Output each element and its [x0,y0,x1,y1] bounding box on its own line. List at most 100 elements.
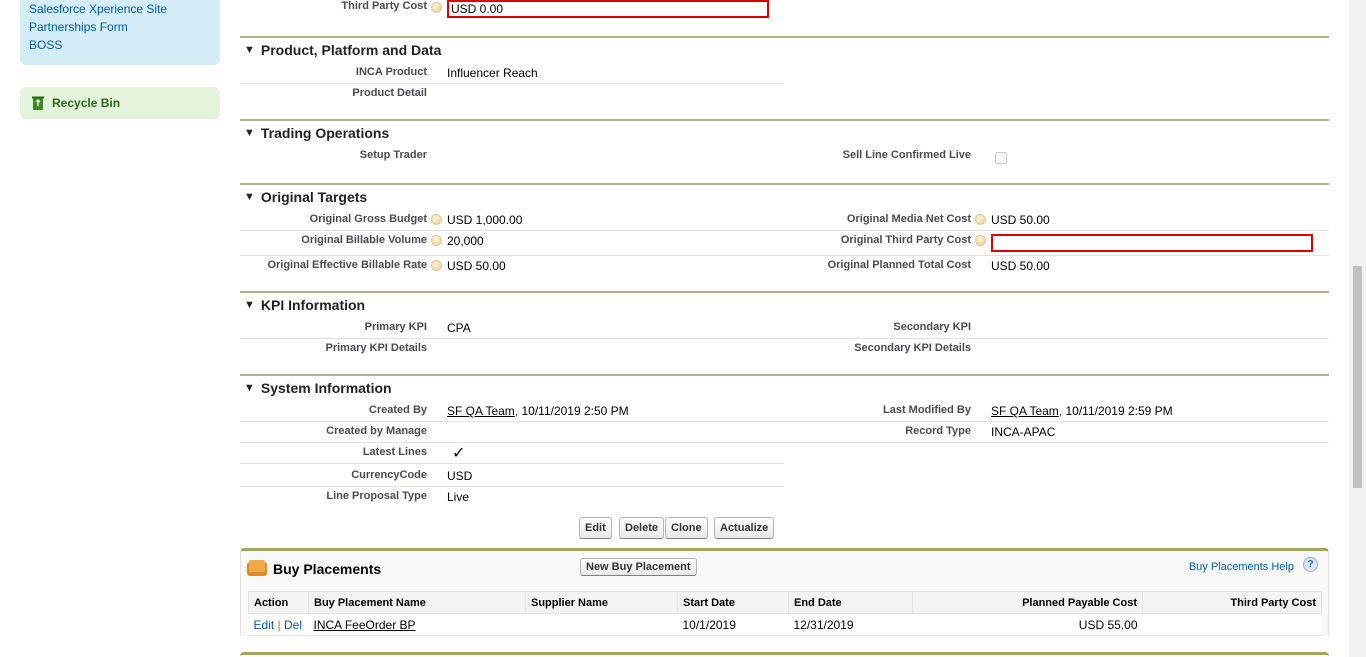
sell-line-confirmed-label: Sell Line Confirmed Live [842,149,971,161]
third-party-cost-label: Third Party Cost [341,0,427,12]
original-third-party-cost-input[interactable] [991,234,1313,252]
latest-lines-label: Latest Lines [362,446,427,458]
help-icon[interactable]: ? [1303,557,1318,572]
row-divider [240,463,784,464]
actualize-button[interactable]: Actualize [714,517,775,539]
record-type-value: INCA-APAC [991,425,1056,439]
row-divider [240,83,784,84]
original-media-net-cost-label: Original Media Net Cost [846,213,971,225]
modified-by-user-link[interactable]: SF QA Team [991,404,1059,418]
delete-button[interactable]: Delete [619,517,665,539]
end-date-cell: 12/31/2019 [788,613,913,636]
section-header-product[interactable]: ▼ Product, Platform and Data [244,42,441,58]
clone-button[interactable]: Clone [665,517,708,539]
original-billable-volume-value: 20,000 [447,234,484,248]
custom-links-panel: Salesforce Xperience Site Partnerships F… [20,0,220,65]
buy-placements-title: Buy Placements [273,561,382,577]
original-effective-rate-label: Original Effective Billable Rate [267,259,427,271]
sidebar-link-partnerships-form[interactable]: Partnerships Form [29,18,211,36]
section-title: Product, Platform and Data [260,42,442,58]
collapse-triangle-icon[interactable]: ▼ [244,191,255,203]
vertical-scrollbar[interactable] [1349,0,1366,657]
recycle-bin-icon [32,96,44,110]
new-buy-placement-button[interactable]: New Buy Placement [580,558,697,576]
line-proposal-type-label: Line Proposal Type [326,490,427,502]
created-by-date: , 10/11/2019 2:50 PM [514,404,629,418]
row-divider [240,255,1329,256]
section-header-targets[interactable]: ▼ Original Targets [244,189,367,205]
table-header-row: Action Buy Placement Name Supplier Name … [248,591,1322,614]
product-detail-label: Product Detail [352,87,427,99]
help-bubble-icon[interactable] [431,2,442,13]
section-header-system[interactable]: ▼ System Information [244,380,392,396]
third-party-cost-input[interactable]: USD 0.00 [447,0,769,18]
column-header[interactable]: Start Date [677,591,789,614]
section-divider [240,119,1329,121]
buy-placement-name-cell: INCA FeeOrder BP [308,613,526,636]
help-bubble-icon[interactable] [431,235,442,246]
original-effective-rate-value: USD 50.00 [447,259,506,273]
section-header-kpi[interactable]: ▼ KPI Information [244,297,365,313]
section-divider [240,374,1329,376]
collapse-triangle-icon[interactable]: ▼ [244,382,255,394]
section-divider [240,291,1329,293]
help-bubble-icon[interactable] [431,214,442,225]
section-header-trading[interactable]: ▼ Trading Operations [244,125,389,141]
column-header[interactable]: Buy Placement Name [308,591,526,614]
section-title: Trading Operations [260,125,390,141]
edit-button[interactable]: Edit [579,517,612,539]
section-title: System Information [260,380,392,396]
primary-kpi-value: CPA [447,321,471,335]
collapse-triangle-icon[interactable]: ▼ [244,44,255,56]
latest-lines-checkmark-icon: ✓ [452,445,466,462]
row-delete-link[interactable]: Del [284,618,302,632]
table-row: Edit | Del INCA FeeOrder BP 10/1/2019 12… [248,613,1322,636]
column-header[interactable]: End Date [788,591,913,614]
inca-product-value: Influencer Reach [447,66,538,80]
help-bubble-icon[interactable] [975,214,986,225]
sidebar-link-boss[interactable]: BOSS [29,36,211,54]
created-by-user-link[interactable]: SF QA Team [447,404,515,418]
section-title: Original Targets [260,189,368,205]
column-header: Action [248,591,309,614]
line-proposal-type-value: Live [447,490,470,504]
column-header[interactable]: Supplier Name [525,591,678,614]
primary-kpi-label: Primary KPI [364,321,427,333]
row-edit-link[interactable]: Edit [254,618,275,632]
created-by-label: Created By [368,404,427,416]
original-billable-volume-label: Original Billable Volume [301,234,427,246]
buy-placements-help-link[interactable]: Buy Placements Help [1189,561,1294,573]
help-bubble-icon[interactable] [975,235,986,246]
original-media-net-cost-value: USD 50.00 [991,213,1050,227]
section-title: KPI Information [260,297,366,313]
setup-trader-label: Setup Trader [359,149,427,161]
original-planned-total-value: USD 50.00 [991,259,1050,273]
help-bubble-icon[interactable] [431,260,442,271]
recycle-bin-link[interactable]: Recycle Bin [20,87,220,119]
sidebar: Salesforce Xperience Site Partnerships F… [0,0,232,657]
action-cell: Edit | Del [248,613,309,636]
sell-line-confirmed-checkbox [995,152,1007,164]
column-header[interactable]: Third Party Cost [1142,591,1322,614]
primary-kpi-details-label: Primary KPI Details [325,342,428,354]
record-type-label: Record Type [905,425,971,437]
secondary-kpi-details-label: Secondary KPI Details [854,342,971,354]
row-divider [240,421,1329,422]
created-by-manage-label: Created by Manage [326,425,427,437]
row-divider [240,442,1329,443]
buy-placements-related-list: Buy Placements New Buy Placement Buy Pla… [240,548,1329,636]
collapse-triangle-icon[interactable]: ▼ [244,127,255,139]
action-separator: | [274,617,284,632]
buy-placement-name-link[interactable]: INCA FeeOrder BP [314,618,416,632]
collapse-triangle-icon[interactable]: ▼ [244,299,255,311]
planned-payable-cost-cell: USD 55.00 [912,613,1143,636]
column-header[interactable]: Planned Payable Cost [912,591,1143,614]
detail-page: Third Party Cost USD 0.00 ▼ Product, Pla… [240,0,1329,657]
start-date-cell: 10/1/2019 [677,613,789,636]
row-divider [240,338,1329,339]
scrollbar-thumb[interactable] [1353,266,1362,488]
original-planned-total-label: Original Planned Total Cost [827,259,971,271]
original-third-party-cost-label: Original Third Party Cost [840,234,971,246]
section-divider [240,36,1329,38]
sidebar-link-xperience[interactable]: Salesforce Xperience Site [29,0,211,18]
